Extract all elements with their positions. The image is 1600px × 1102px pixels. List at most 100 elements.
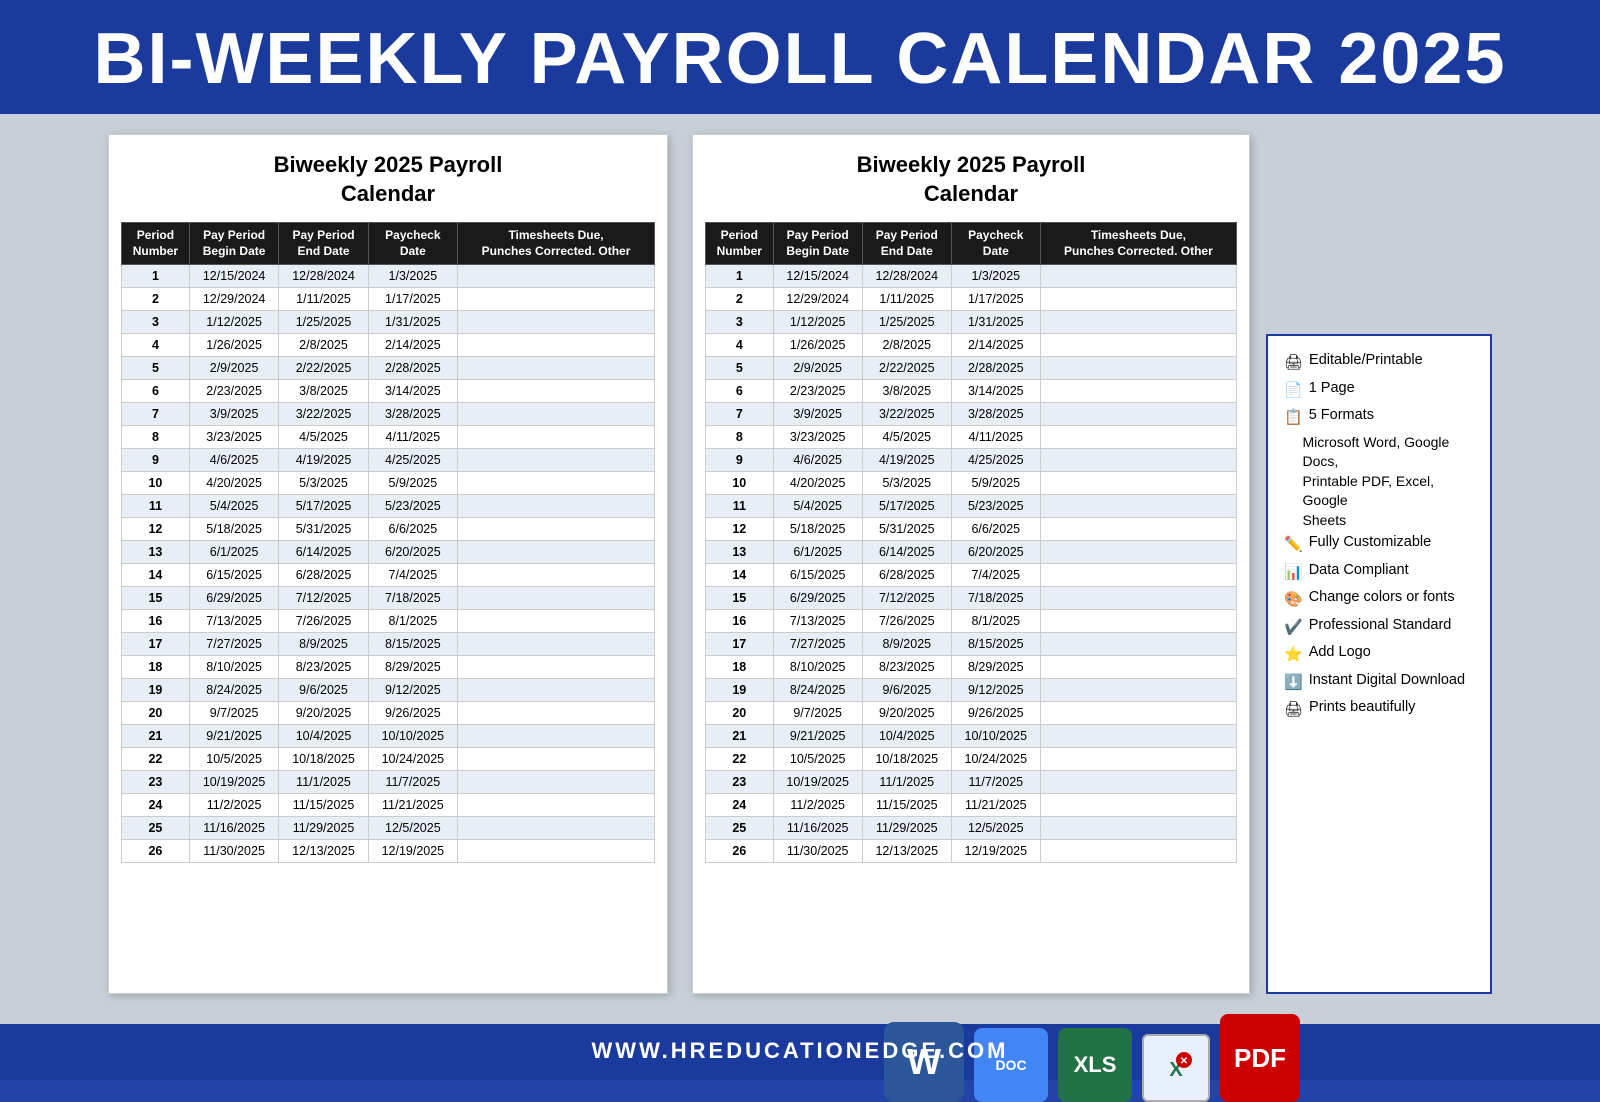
table-cell: 1/12/2025: [189, 311, 279, 334]
table-cell: [1040, 656, 1236, 679]
feature-formats-list: Microsoft Word, Google Docs,Printable PD…: [1284, 433, 1474, 531]
table-cell: 11/30/2025: [773, 840, 862, 863]
col-begin-r: Pay PeriodBegin Date: [773, 223, 862, 265]
table-cell: 2/8/2025: [279, 334, 368, 357]
table-cell: 5/4/2025: [773, 495, 862, 518]
table-cell: 4/25/2025: [368, 449, 457, 472]
table-cell: 11/30/2025: [189, 840, 279, 863]
table-cell: 12/5/2025: [951, 817, 1040, 840]
table-cell: 3/8/2025: [862, 380, 951, 403]
table-cell: 10/10/2025: [951, 725, 1040, 748]
table-cell: 11/2/2025: [773, 794, 862, 817]
table-cell: 5/9/2025: [951, 472, 1040, 495]
table-cell: 4/5/2025: [279, 426, 368, 449]
table-cell: 19: [122, 679, 190, 702]
table-cell: 1/3/2025: [368, 265, 457, 288]
table-row: 198/24/20259/6/20259/12/2025: [122, 679, 655, 702]
table-cell: 12/13/2025: [279, 840, 368, 863]
table-row: 198/24/20259/6/20259/12/2025: [706, 679, 1237, 702]
table-cell: 8/1/2025: [951, 610, 1040, 633]
table-cell: 10/10/2025: [368, 725, 457, 748]
feature-colors: 🎨 Change colors or fonts: [1284, 587, 1474, 613]
table-cell: 6/29/2025: [189, 587, 279, 610]
table-cell: [1040, 702, 1236, 725]
col-timesheets-r: Timesheets Due,Punches Corrected. Other: [1040, 223, 1236, 265]
table-cell: 3/22/2025: [279, 403, 368, 426]
table-cell: 11/29/2025: [862, 817, 951, 840]
table-cell: 9/7/2025: [189, 702, 279, 725]
table-cell: 1/17/2025: [368, 288, 457, 311]
table-row: 188/10/20258/23/20258/29/2025: [122, 656, 655, 679]
pdf-icon: PDF: [1220, 1014, 1300, 1102]
table-cell: 2/28/2025: [951, 357, 1040, 380]
table-cell: 1/31/2025: [951, 311, 1040, 334]
table-cell: [1040, 265, 1236, 288]
table-cell: 6: [122, 380, 190, 403]
table-cell: 12/5/2025: [368, 817, 457, 840]
col-end: Pay PeriodEnd Date: [279, 223, 368, 265]
table-cell: 1: [122, 265, 190, 288]
table-cell: 2/22/2025: [862, 357, 951, 380]
table-cell: [1040, 403, 1236, 426]
table-cell: 8/29/2025: [368, 656, 457, 679]
table-cell: 15: [122, 587, 190, 610]
table-cell: 10/4/2025: [279, 725, 368, 748]
table-cell: 17: [706, 633, 774, 656]
table-cell: [458, 311, 655, 334]
print-icon: 🖨: [1284, 697, 1303, 723]
table-cell: [1040, 334, 1236, 357]
table-cell: 9/26/2025: [368, 702, 457, 725]
table-cell: [458, 380, 655, 403]
table-cell: 18: [706, 656, 774, 679]
table-cell: [458, 702, 655, 725]
left-calendar-card: Biweekly 2025 Payroll Calendar PeriodNum…: [108, 134, 668, 994]
table-cell: [458, 334, 655, 357]
table-cell: [1040, 771, 1236, 794]
table-cell: 7/12/2025: [279, 587, 368, 610]
table-cell: 1/11/2025: [279, 288, 368, 311]
table-row: 2310/19/202511/1/202511/7/2025: [706, 771, 1237, 794]
table-cell: [458, 771, 655, 794]
table-cell: 10/24/2025: [951, 748, 1040, 771]
table-cell: [1040, 311, 1236, 334]
table-row: 125/18/20255/31/20256/6/2025: [706, 518, 1237, 541]
table-cell: 21: [706, 725, 774, 748]
table-cell: 8: [706, 426, 774, 449]
table-cell: 2: [706, 288, 774, 311]
table-cell: 7/13/2025: [189, 610, 279, 633]
table-cell: 5/31/2025: [862, 518, 951, 541]
table-row: 136/1/20256/14/20256/20/2025: [706, 541, 1237, 564]
table-cell: 9/26/2025: [951, 702, 1040, 725]
table-row: 212/29/20241/11/20251/17/2025: [122, 288, 655, 311]
table-cell: 5/31/2025: [279, 518, 368, 541]
table-row: 2310/19/202511/1/202511/7/2025: [122, 771, 655, 794]
table-cell: 11/7/2025: [951, 771, 1040, 794]
table-cell: 11: [122, 495, 190, 518]
table-cell: [1040, 587, 1236, 610]
table-cell: 2/9/2025: [189, 357, 279, 380]
feature-formats: 📋 5 Formats: [1284, 405, 1474, 431]
table-cell: [458, 794, 655, 817]
right-calendar-title: Biweekly 2025 Payroll Calendar: [705, 151, 1237, 208]
table-cell: 14: [122, 564, 190, 587]
table-cell: 3/14/2025: [951, 380, 1040, 403]
table-cell: 3/22/2025: [862, 403, 951, 426]
table-row: 115/4/20255/17/20255/23/2025: [122, 495, 655, 518]
table-row: 2511/16/202511/29/202512/5/2025: [122, 817, 655, 840]
table-cell: 26: [122, 840, 190, 863]
table-cell: 10/19/2025: [189, 771, 279, 794]
table-cell: [1040, 679, 1236, 702]
table-cell: [1040, 840, 1236, 863]
table-cell: 8/23/2025: [279, 656, 368, 679]
table-cell: [458, 679, 655, 702]
table-cell: 6: [706, 380, 774, 403]
table-row: 219/21/202510/4/202510/10/2025: [122, 725, 655, 748]
xls-icon-wrap: XLS: [1058, 1028, 1132, 1102]
table-cell: 3/9/2025: [189, 403, 279, 426]
table-cell: 11/29/2025: [279, 817, 368, 840]
table-cell: [1040, 564, 1236, 587]
table-cell: 8/9/2025: [279, 633, 368, 656]
table-cell: 6/28/2025: [279, 564, 368, 587]
table-cell: 9: [122, 449, 190, 472]
table-cell: 11: [706, 495, 774, 518]
